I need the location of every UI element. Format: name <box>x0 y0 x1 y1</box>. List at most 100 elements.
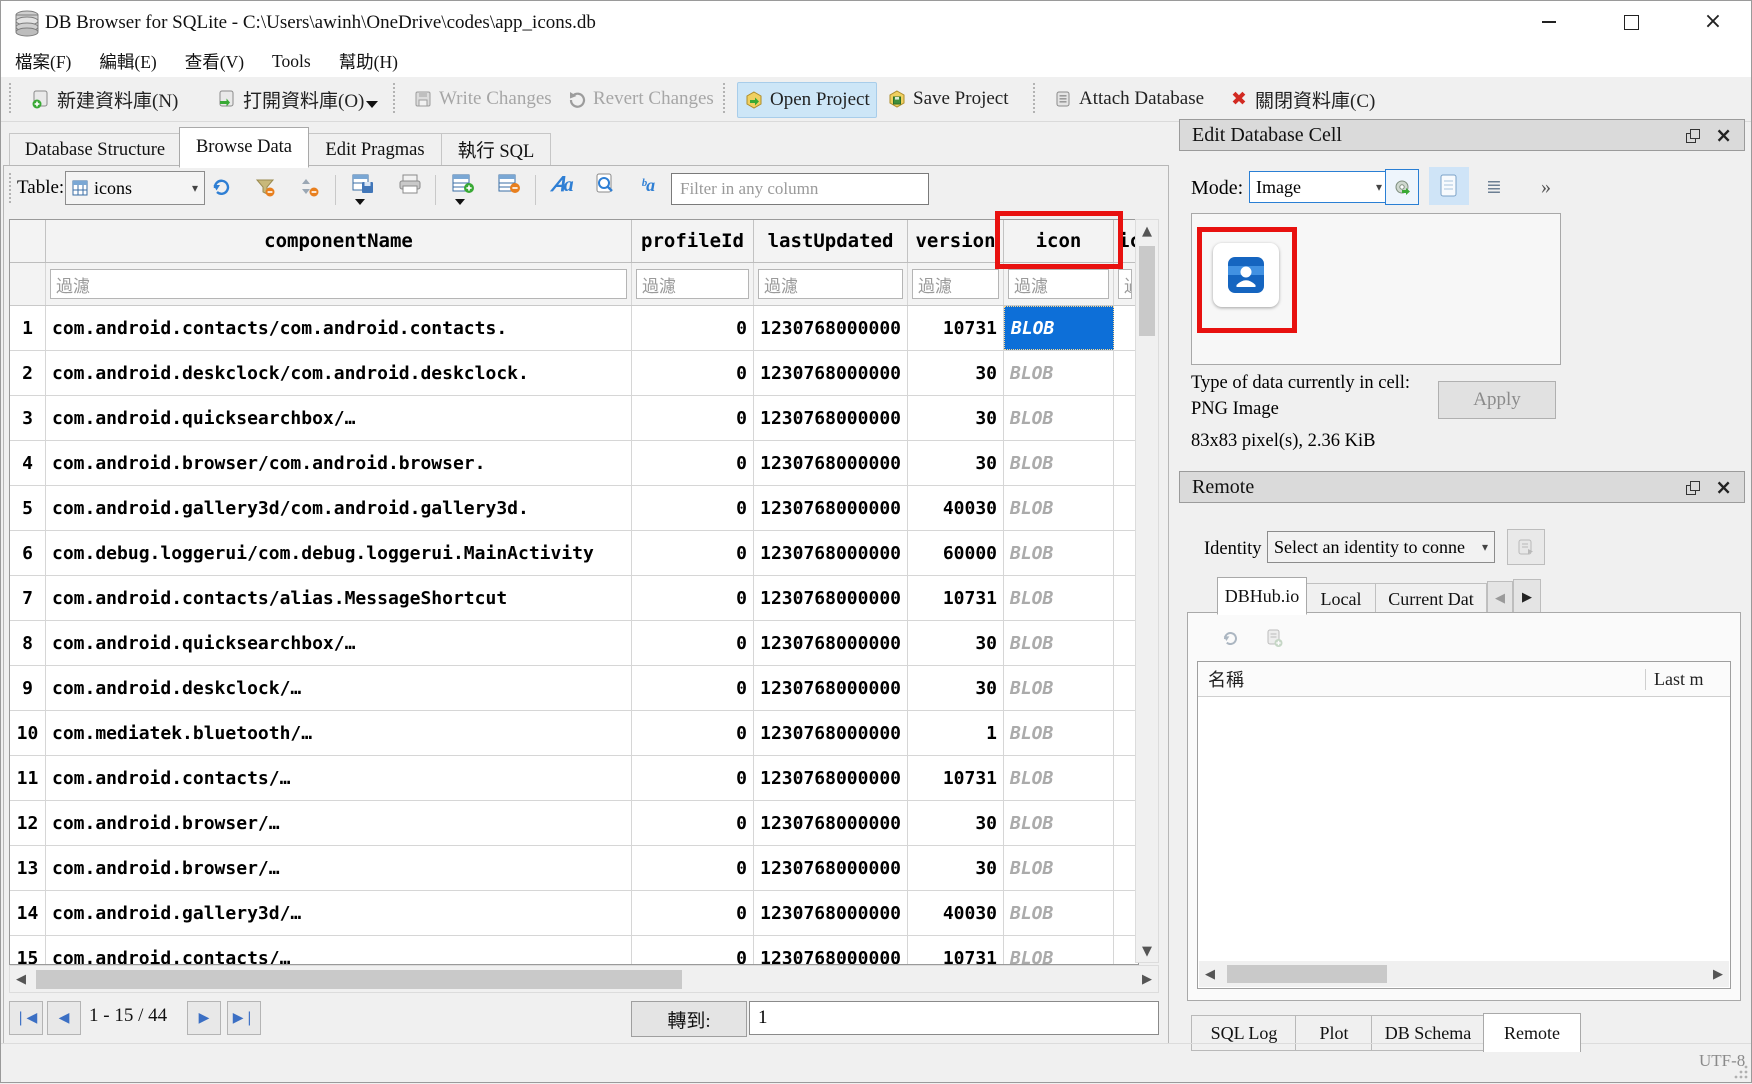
cell-partial[interactable] <box>1114 441 1136 485</box>
find-in-cells-button[interactable] <box>589 169 623 199</box>
horizontal-scroll-thumb[interactable] <box>36 970 682 989</box>
dock-tab-db-schema[interactable]: DB Schema <box>1371 1015 1485 1051</box>
cell-partial[interactable] <box>1114 666 1136 710</box>
toolbar-overflow-button[interactable]: » <box>1533 173 1559 201</box>
cell-profileId[interactable]: 0 <box>632 711 754 755</box>
open-database-dropdown-arrow[interactable] <box>366 101 378 108</box>
cell-lastUpdated[interactable]: 1230768000000 <box>754 756 908 800</box>
cell-lastUpdated[interactable]: 1230768000000 <box>754 531 908 575</box>
goto-input[interactable] <box>749 1001 1159 1035</box>
cell-icon[interactable]: BLOB <box>1004 576 1114 620</box>
cell-icon[interactable]: BLOB <box>1004 621 1114 665</box>
cell-icon[interactable]: BLOB <box>1004 756 1114 800</box>
cell-lastUpdated[interactable]: 1230768000000 <box>754 936 908 965</box>
column-header-version[interactable]: version <box>908 220 1004 262</box>
cell-partial[interactable] <box>1114 846 1136 890</box>
identity-select[interactable]: Select an identity to conne ▾ <box>1267 531 1495 563</box>
cell-icon[interactable]: BLOB <box>1004 936 1114 965</box>
cell-componentName[interactable]: com.android.contacts/… <box>46 756 632 800</box>
remote-name-header[interactable]: 名稱 <box>1198 666 1244 692</box>
filter-version[interactable]: 過濾 <box>912 269 999 299</box>
cell-partial[interactable] <box>1114 711 1136 755</box>
row-number[interactable]: 6 <box>10 531 46 575</box>
cell-version[interactable]: 10731 <box>908 306 1004 350</box>
corner-header[interactable] <box>10 220 46 262</box>
row-number[interactable]: 12 <box>10 801 46 845</box>
cell-profileId[interactable]: 0 <box>632 621 754 665</box>
filter-partial[interactable]: 過濾 <box>1118 269 1132 299</box>
cell-profileId[interactable]: 0 <box>632 396 754 440</box>
scroll-left-button[interactable]: ◀ <box>10 966 32 992</box>
cell-partial[interactable] <box>1114 801 1136 845</box>
cell-icon[interactable]: BLOB <box>1004 846 1114 890</box>
cell-componentName[interactable]: com.android.quicksearchbox/… <box>46 396 632 440</box>
controls-handle[interactable] <box>9 173 15 203</box>
row-number[interactable]: 14 <box>10 891 46 935</box>
cell-lastUpdated[interactable]: 1230768000000 <box>754 306 908 350</box>
row-number[interactable]: 3 <box>10 396 46 440</box>
cell-lastUpdated[interactable]: 1230768000000 <box>754 396 908 440</box>
cell-componentName[interactable]: com.android.quicksearchbox/… <box>46 621 632 665</box>
cell-componentName[interactable]: com.android.contacts/com.android.contact… <box>46 306 632 350</box>
cell-icon[interactable]: BLOB <box>1004 711 1114 755</box>
close-panel-icon[interactable]: × <box>1715 477 1732 497</box>
row-number[interactable]: 2 <box>10 351 46 395</box>
close-panel-icon[interactable]: × <box>1715 125 1732 145</box>
cell-componentName[interactable]: com.android.contacts/… <box>46 936 632 965</box>
menu-view[interactable]: 查看(V) <box>171 46 258 77</box>
row-number[interactable]: 8 <box>10 621 46 665</box>
global-filter-input[interactable] <box>671 173 929 205</box>
delete-record-button[interactable] <box>493 169 527 199</box>
cell-componentName[interactable]: com.android.gallery3d/com.android.galler… <box>46 486 632 530</box>
mode-select[interactable]: Image ▾ <box>1249 171 1389 203</box>
row-number[interactable]: 13 <box>10 846 46 890</box>
cell-version[interactable]: 60000 <box>908 531 1004 575</box>
cell-lastUpdated[interactable]: 1230768000000 <box>754 846 908 890</box>
scroll-left-button[interactable]: ◀ <box>1199 961 1221 987</box>
cell-version[interactable]: 40030 <box>908 891 1004 935</box>
cell-icon[interactable]: BLOB <box>1004 801 1114 845</box>
row-number[interactable]: 1 <box>10 306 46 350</box>
cell-version[interactable]: 10731 <box>908 756 1004 800</box>
menu-help[interactable]: 幫助(H) <box>325 46 412 77</box>
cell-icon[interactable]: BLOB <box>1004 441 1114 485</box>
remote-tab-current-database[interactable]: Current Dat <box>1375 583 1487 614</box>
cell-lastUpdated[interactable]: 1230768000000 <box>754 486 908 530</box>
grid-vertical-scrollbar[interactable]: ▲ ▼ <box>1135 219 1159 963</box>
tab-execute-sql[interactable]: 執行 SQL <box>441 133 551 166</box>
horizontal-scroll-thumb[interactable] <box>1227 965 1387 983</box>
refresh-button[interactable] <box>205 171 237 203</box>
cell-profileId[interactable]: 0 <box>632 891 754 935</box>
cell-partial[interactable] <box>1114 486 1136 530</box>
insert-record-dropdown-arrow[interactable] <box>455 199 465 205</box>
cell-partial[interactable] <box>1114 756 1136 800</box>
cell-icon[interactable]: BLOB <box>1004 351 1114 395</box>
cell-partial[interactable] <box>1114 531 1136 575</box>
minimize-button[interactable] <box>1519 1 1579 43</box>
last-page-button[interactable]: ▶❘ <box>227 1001 261 1035</box>
column-header-lastUpdated[interactable]: lastUpdated <box>754 220 908 262</box>
cell-version[interactable]: 1 <box>908 711 1004 755</box>
new-database-button[interactable]: 新建資料庫(N) <box>25 82 184 116</box>
print-button[interactable] <box>393 169 427 199</box>
tab-edit-pragmas[interactable]: Edit Pragmas <box>307 133 443 166</box>
cell-lastUpdated[interactable]: 1230768000000 <box>754 576 908 620</box>
cell-profileId[interactable]: 0 <box>632 936 754 965</box>
row-number[interactable]: 15 <box>10 936 46 965</box>
revert-changes-button[interactable]: Revert Changes <box>561 82 720 116</box>
open-database-button[interactable]: 打開資料庫(O) <box>211 82 370 116</box>
cell-lastUpdated[interactable]: 1230768000000 <box>754 351 908 395</box>
replace-button[interactable]: ᵇa <box>631 169 665 201</box>
next-page-button[interactable]: ▶ <box>187 1001 221 1035</box>
cell-profileId[interactable]: 0 <box>632 306 754 350</box>
dock-tab-remote[interactable]: Remote <box>1483 1013 1581 1052</box>
cell-componentName[interactable]: com.android.browser/… <box>46 846 632 890</box>
remote-refresh-button[interactable] <box>1215 623 1245 653</box>
cell-profileId[interactable]: 0 <box>632 801 754 845</box>
cell-profileId[interactable]: 0 <box>632 846 754 890</box>
menu-tools[interactable]: Tools <box>258 46 325 77</box>
cell-componentName[interactable]: com.android.deskclock/… <box>46 666 632 710</box>
cell-version[interactable]: 30 <box>908 801 1004 845</box>
cell-partial[interactable] <box>1114 351 1136 395</box>
cell-icon[interactable]: BLOB <box>1004 531 1114 575</box>
